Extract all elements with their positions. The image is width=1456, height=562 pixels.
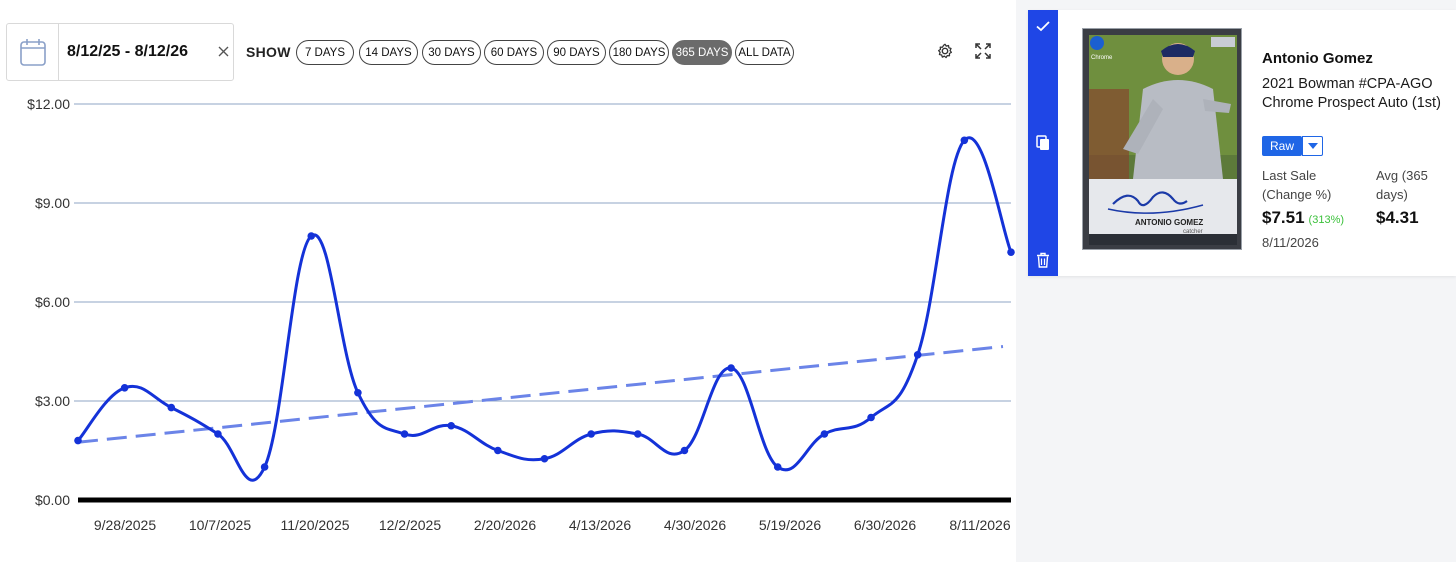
card-image-name: ANTONIO GOMEZ [1135,218,1203,227]
data-point [120,384,129,392]
data-point [960,136,969,145]
card-image[interactable]: ANTONIO GOMEZ catcher Chrome [1082,28,1242,250]
change-percent: (313%) [1308,214,1345,226]
data-point [634,430,642,438]
y-tick-label: $3.00 [35,393,70,409]
x-tick-label: 4/13/2026 [569,517,631,533]
chevron-down-icon [1307,143,1318,149]
close-icon [218,46,228,56]
player-name[interactable]: Antonio Gomez [1262,50,1373,67]
avg-label: Avg (365 days) [1376,168,1428,202]
data-point [587,430,595,438]
chart-series [74,136,1015,482]
show-label: SHOW [246,44,291,60]
y-tick-label: $6.00 [35,294,70,310]
grade-button[interactable]: Raw [1262,136,1302,156]
x-tick-label: 4/30/2026 [664,517,726,533]
data-point [447,421,456,430]
y-tick-label: $12.00 [27,96,70,112]
chart-trendline [77,345,1004,444]
last-sale-value: $7.51 [1262,208,1305,227]
card-image-brand: Chrome [1091,55,1113,61]
data-point [913,351,922,359]
card-title: 2021 Bowman #CPA-AGO Chrome Prospect Aut… [1262,76,1441,111]
range-30-days-button[interactable]: 30 DAYS [422,40,481,65]
range-365-days-button[interactable]: 365 DAYS [672,40,732,65]
gear-icon[interactable] [936,42,954,60]
data-point [307,232,316,240]
calendar-button[interactable] [7,24,59,80]
y-tick-label: $9.00 [35,195,70,211]
last-sale-date: 8/11/2026 [1262,235,1319,250]
x-tick-label: 10/7/2025 [189,517,251,533]
x-tick-label: 11/20/2025 [280,517,349,533]
data-point [74,436,82,445]
x-tick-label: 12/2/2025 [379,517,441,533]
data-point [680,446,689,455]
calendar-icon [19,39,46,66]
trend-line [77,345,1004,444]
x-tick-label: 5/19/2026 [759,517,821,533]
data-point [260,463,269,471]
data-point [214,430,222,438]
y-axis-ticks: $0.00 $3.00 $6.00 $9.00 $12.00 [27,96,70,508]
data-point [773,463,782,471]
check-icon[interactable] [1034,17,1052,35]
grade-dropdown[interactable] [1302,136,1323,156]
baseball-card-art: ANTONIO GOMEZ catcher Chrome [1083,29,1241,249]
last-sale-value-row: $7.51 (313%) [1262,208,1344,228]
copy-icon[interactable] [1034,134,1052,152]
data-point [167,403,176,412]
data-point [494,446,502,455]
data-point [867,413,875,422]
x-tick-label: 9/28/2025 [94,517,156,533]
x-axis-ticks: 9/28/2025 10/7/2025 11/20/2025 12/2/2025 2/2… [94,517,1011,533]
x-tick-label: 2/20/2026 [474,517,536,533]
x-tick-label: 6/30/2026 [854,517,916,533]
range-60-days-button[interactable]: 60 DAYS [484,40,544,65]
clear-date-button[interactable] [215,42,231,60]
range-7-days-button[interactable]: 7 DAYS [296,40,354,65]
series-line [76,136,1013,482]
chart-grid [74,103,1011,503]
y-tick-label: $0.00 [35,492,70,508]
range-180-days-button[interactable]: 180 DAYS [609,40,669,65]
expand-icon[interactable] [974,42,992,60]
data-point [540,454,549,463]
date-range-text: 8/12/25 - 8/12/26 [67,43,188,60]
card-image-position: catcher [1183,229,1203,235]
range-90-days-button[interactable]: 90 DAYS [547,40,606,65]
data-point [1007,248,1015,256]
range-all-data-button[interactable]: ALL DATA [735,40,794,65]
x-tick-label: 8/11/2026 [949,517,1010,533]
data-point [727,364,735,372]
date-range-picker[interactable]: 8/12/25 - 8/12/26 [6,23,234,81]
range-14-days-button[interactable]: 14 DAYS [359,40,418,65]
data-point [820,430,829,438]
avg-value: $4.31 [1376,208,1419,227]
data-point [354,388,362,397]
price-history-chart: $0.00 $3.00 $6.00 $9.00 $12.00 9/28/2025 10/7… [27,96,1015,533]
last-sale-label: Last Sale (Change %) [1262,168,1332,202]
trash-icon[interactable] [1034,251,1052,269]
data-point [400,430,409,438]
